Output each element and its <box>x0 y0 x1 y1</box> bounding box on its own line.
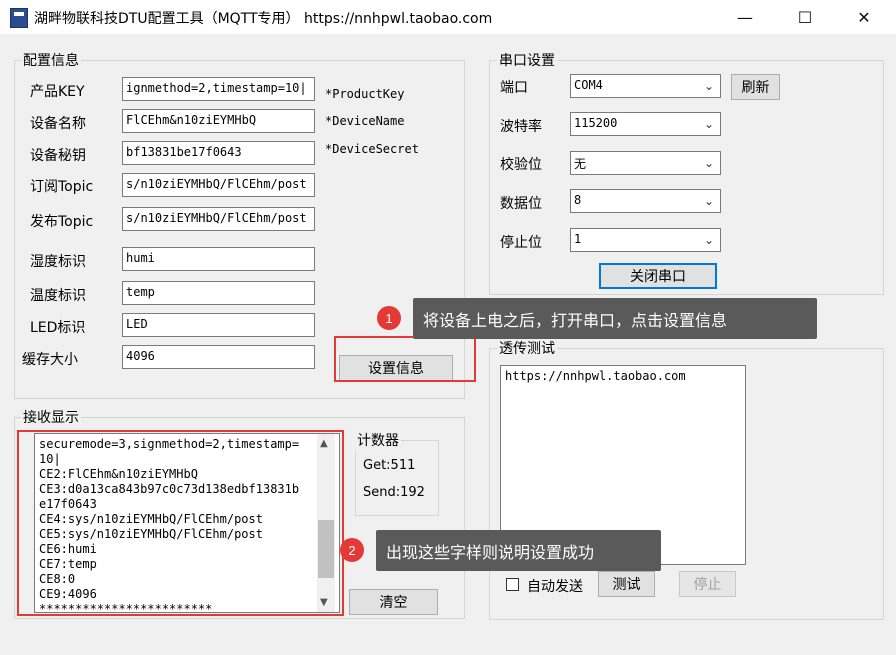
publish-topic-input[interactable]: s/n10ziEYMHbQ/FlCEhm/post <box>122 207 315 231</box>
chevron-down-icon: ⌄ <box>703 233 714 247</box>
temperature-id-input[interactable]: temp <box>122 281 315 305</box>
chevron-down-icon: ⌄ <box>703 194 714 208</box>
stop-bits-value: 1 <box>574 232 582 246</box>
counter-group-label: 计数器 <box>355 430 401 450</box>
device-name-hint: *DeviceName <box>325 114 405 128</box>
device-secret-input[interactable]: bf13831be17f0643 <box>122 141 315 165</box>
serial-group-label: 串口设置 <box>497 50 557 70</box>
device-name-input[interactable]: FlCEhm&n10ziEYMHbQ <box>122 109 315 133</box>
close-button[interactable]: ✕ <box>841 0 887 34</box>
data-bits-label: 数据位 <box>500 196 542 212</box>
parity-select[interactable]: 无 ⌄ <box>570 151 721 175</box>
send-count: Send:192 <box>363 485 425 500</box>
receive-group-label: 接收显示 <box>21 407 81 427</box>
data-bits-select[interactable]: 8 ⌄ <box>570 189 721 213</box>
device-name-label: 设备名称 <box>30 116 86 132</box>
highlight-box-receive <box>17 430 344 616</box>
baud-rate-label: 波特率 <box>500 119 542 135</box>
port-select[interactable]: COM4 ⌄ <box>570 74 721 98</box>
config-group-label: 配置信息 <box>21 50 81 70</box>
callout-1-text: 将设备上电之后，打开串口，点击设置信息 <box>413 298 817 339</box>
callout-2-text: 出现这些字样则说明设置成功 <box>376 530 661 571</box>
data-bits-value: 8 <box>574 193 582 207</box>
chevron-down-icon: ⌄ <box>703 156 714 170</box>
passthrough-group-label: 透传测试 <box>497 338 557 358</box>
led-id-input[interactable]: LED <box>122 313 315 337</box>
stop-button[interactable]: 停止 <box>679 571 736 597</box>
humidity-id-input[interactable]: humi <box>122 247 315 271</box>
baud-rate-value: 115200 <box>574 116 618 130</box>
buffer-size-input[interactable]: 4096 <box>122 345 315 369</box>
stop-bits-label: 停止位 <box>500 235 542 251</box>
parity-label: 校验位 <box>500 157 542 173</box>
buffer-size-label: 缓存大小 <box>22 352 78 368</box>
baud-rate-select[interactable]: 115200 ⌄ <box>570 112 721 136</box>
auto-send-checkbox[interactable] <box>506 578 519 591</box>
chevron-down-icon: ⌄ <box>703 79 714 93</box>
maximize-button[interactable]: ☐ <box>782 0 828 34</box>
auto-send-label: 自动发送 <box>527 579 583 595</box>
subscribe-topic-input[interactable]: s/n10ziEYMHbQ/FlCEhm/post <box>122 173 315 197</box>
chevron-down-icon: ⌄ <box>703 117 714 131</box>
device-secret-label: 设备秘钥 <box>30 148 86 164</box>
clear-button[interactable]: 清空 <box>349 589 438 615</box>
close-port-button[interactable]: 关闭串口 <box>599 263 717 289</box>
get-count: Get:511 <box>363 458 416 473</box>
product-key-input[interactable]: ignmethod=2,timestamp=10| <box>122 77 315 101</box>
led-id-label: LED标识 <box>30 320 86 336</box>
publish-topic-label: 发布Topic <box>30 214 94 230</box>
temperature-id-label: 温度标识 <box>30 288 86 304</box>
parity-value: 无 <box>574 157 587 171</box>
counter-group <box>355 440 439 516</box>
product-key-hint: *ProductKey <box>325 87 405 101</box>
subscribe-topic-label: 订阅Topic <box>30 179 94 195</box>
callout-2-badge: 2 <box>340 538 364 562</box>
port-label: 端口 <box>500 80 528 96</box>
highlight-box-set-info <box>334 336 476 382</box>
device-secret-hint: *DeviceSecret <box>325 142 419 156</box>
humidity-id-label: 湿度标识 <box>30 254 86 270</box>
minimize-button[interactable]: — <box>722 0 768 34</box>
test-button[interactable]: 测试 <box>598 571 655 597</box>
app-logo-icon <box>10 8 28 28</box>
refresh-button[interactable]: 刷新 <box>731 74 780 100</box>
product-key-label: 产品KEY <box>30 84 85 100</box>
window-title: 湖畔物联科技DTU配置工具（MQTT专用） https://nnhpwl.tao… <box>34 11 493 27</box>
stop-bits-select[interactable]: 1 ⌄ <box>570 228 721 252</box>
port-value: COM4 <box>574 78 603 92</box>
callout-1-badge: 1 <box>377 306 401 330</box>
